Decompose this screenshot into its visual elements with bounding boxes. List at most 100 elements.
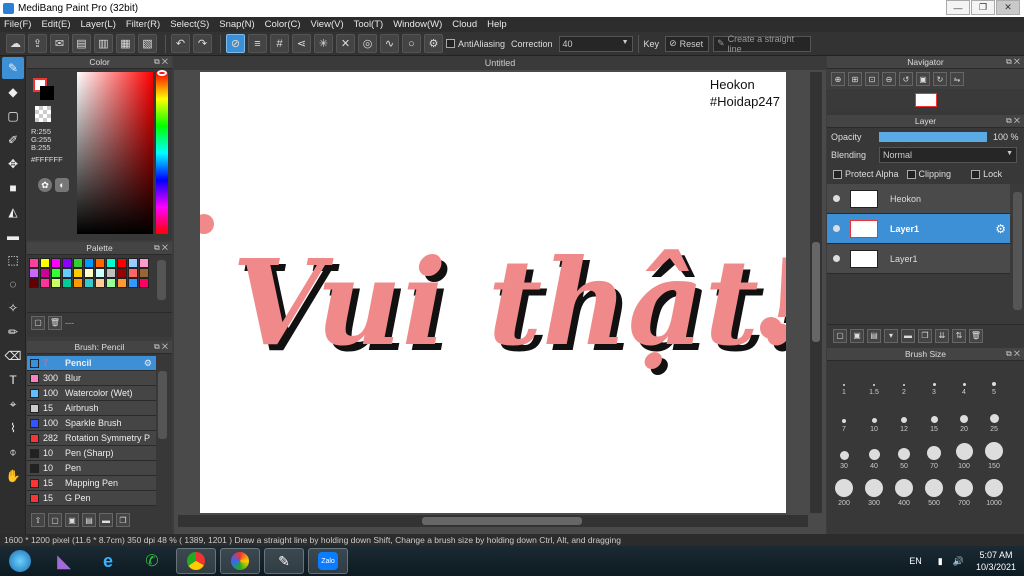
horizontal-scroll-thumb[interactable] <box>422 517 582 525</box>
lasso-tool-icon[interactable]: ◌ <box>2 273 24 295</box>
layer-row[interactable]: Heokon <box>827 184 1010 214</box>
palette-swatch[interactable] <box>117 258 127 268</box>
palette-swatch[interactable] <box>62 278 72 288</box>
opacity-slider[interactable] <box>879 132 987 142</box>
color-wheel-icon[interactable]: ✿ <box>38 178 52 192</box>
brush-size-option[interactable]: 15 <box>919 398 949 435</box>
hand-tool-icon[interactable]: ✋ <box>2 465 24 487</box>
palette-swatch[interactable] <box>128 278 138 288</box>
select-eraser-tool-icon[interactable]: ⌫ <box>2 345 24 367</box>
menu-help[interactable]: Help <box>487 19 507 30</box>
layer-scrollbar[interactable] <box>1013 192 1022 310</box>
operation-tool-icon[interactable]: ⌖ <box>2 393 24 415</box>
brush-list-item[interactable]: 10 Pen <box>27 461 156 476</box>
correction-select[interactable]: 40 ▼ <box>558 35 633 52</box>
palette-swatch[interactable] <box>40 278 50 288</box>
redo-icon[interactable]: ↷ <box>193 34 212 53</box>
zalo-icon[interactable]: Zalo <box>308 548 348 574</box>
palette-swatch[interactable] <box>29 278 39 288</box>
palette-swatch[interactable] <box>51 278 61 288</box>
panel-close-icon[interactable]: ⧉ ✕ <box>154 342 168 352</box>
menu-cloud[interactable]: Cloud <box>452 19 477 30</box>
menu-select[interactable]: Select(S) <box>170 19 209 30</box>
new-halftone-layer-icon[interactable]: ▣ <box>850 328 864 343</box>
brush-folder-icon[interactable]: ▬ <box>99 513 113 527</box>
brush-size-option[interactable]: 10 <box>859 398 889 435</box>
dot-tool-icon[interactable]: ✐ <box>2 129 24 151</box>
eye-icon[interactable] <box>833 225 840 232</box>
concentric-snap-icon[interactable]: ◎ <box>358 34 377 53</box>
rect-select-tool-icon[interactable]: ▢ <box>2 105 24 127</box>
palette-swatch[interactable] <box>106 258 116 268</box>
flip-icon[interactable]: ⇋ <box>950 72 964 86</box>
palette-swatch[interactable] <box>95 278 105 288</box>
palette-swatch[interactable] <box>128 258 138 268</box>
select-pen-tool-icon[interactable]: ✏ <box>2 321 24 343</box>
minimize-button[interactable]: — <box>946 0 970 15</box>
menu-edit[interactable]: Edit(E) <box>41 19 70 30</box>
delete-palette-icon[interactable]: 🗑 <box>48 315 62 330</box>
navigator-preview[interactable] <box>914 93 937 107</box>
protect-alpha-checkbox[interactable] <box>833 169 842 179</box>
panel-close-icon[interactable]: ⧉ ✕ <box>1006 116 1020 126</box>
brush-size-option[interactable]: 40 <box>859 435 889 472</box>
saturation-value-picker[interactable] <box>77 72 153 234</box>
brush-copy-icon[interactable]: ▣ <box>65 513 79 527</box>
palette-swatch[interactable] <box>95 258 105 268</box>
settings-icon[interactable]: ⚙ <box>424 34 443 53</box>
folder-icon[interactable]: ▬ <box>901 328 915 343</box>
brush-size-option[interactable]: 30 <box>829 435 859 472</box>
magic-wand-tool-icon[interactable]: ✧ <box>2 297 24 319</box>
brush-size-option[interactable]: 12 <box>889 398 919 435</box>
clock[interactable]: 5:07 AM 10/3/2021 <box>976 549 1016 573</box>
palette-swatch[interactable] <box>139 258 149 268</box>
palette-swatch[interactable] <box>128 268 138 278</box>
panel-close-icon[interactable]: ⧉ ✕ <box>154 243 168 253</box>
select-tool-icon[interactable]: ⬚ <box>2 249 24 271</box>
reset-button[interactable]: ⊘ Reset <box>665 35 710 52</box>
brush-list-item[interactable]: 10 Pen (Sharp) <box>27 446 156 461</box>
brush-new-icon[interactable]: ▢ <box>48 513 62 527</box>
hue-slider[interactable] <box>156 72 168 234</box>
volume-icon[interactable]: 🔊 <box>953 556 964 567</box>
gear-icon[interactable]: ⚙ <box>144 358 152 369</box>
medibang-icon[interactable]: ✎ <box>264 548 304 574</box>
background-color-swatch[interactable] <box>40 86 54 100</box>
brush-size-option[interactable]: 300 <box>859 472 889 509</box>
layers-icon[interactable]: ▧ <box>138 34 157 53</box>
vertical-scroll-thumb[interactable] <box>812 242 820 342</box>
palette-swatch[interactable] <box>106 278 116 288</box>
palette-swatch[interactable] <box>62 258 72 268</box>
curve-snap-icon[interactable]: ∿ <box>380 34 399 53</box>
horizontal-scrollbar[interactable] <box>178 515 808 527</box>
brush-duplicate-icon[interactable]: ❐ <box>116 513 130 527</box>
brush-size-option[interactable]: 400 <box>889 472 919 509</box>
palette-swatch[interactable] <box>95 268 105 278</box>
new-1bit-layer-icon[interactable]: ▤ <box>867 328 881 343</box>
palette-swatch[interactable] <box>40 258 50 268</box>
layer-row[interactable]: Layer1 <box>827 244 1010 274</box>
brush-size-option[interactable]: 3 <box>919 361 949 398</box>
add-layer-menu-icon[interactable]: ▾ <box>884 328 898 343</box>
dropper2-tool-icon[interactable]: ⌽ <box>2 441 24 463</box>
straight-line-button[interactable]: ✎ Create a straight line <box>713 34 812 54</box>
hue-handle[interactable] <box>157 70 167 76</box>
palette-swatch[interactable] <box>139 278 149 288</box>
duplicate-layer-icon[interactable]: ❐ <box>918 328 932 343</box>
palette-swatch[interactable] <box>106 268 116 278</box>
radial-snap-icon[interactable]: ✳ <box>314 34 333 53</box>
brush-add-icon[interactable]: ⇧ <box>31 513 45 527</box>
canvas-page[interactable]: Heokon #Hoidap247 Vui thật! Vui thật! <box>200 72 786 513</box>
windows-start-icon[interactable] <box>0 548 40 574</box>
zoom-in-icon[interactable]: ⊕ <box>831 72 845 86</box>
brush-size-option[interactable]: 20 <box>949 398 979 435</box>
palette-swatch[interactable] <box>117 268 127 278</box>
brush-tool-icon[interactable]: ✎ <box>2 57 24 79</box>
cloud-icon[interactable]: ☁ <box>6 34 25 53</box>
grid-snap-icon[interactable]: # <box>270 34 289 53</box>
save-icon[interactable]: ▥ <box>94 34 113 53</box>
brush-scrollbar[interactable] <box>158 371 167 439</box>
zoom-out-icon[interactable]: ⊖ <box>882 72 896 86</box>
menu-tool[interactable]: Tool(T) <box>354 19 384 30</box>
brush-list-item[interactable]: 100 Sparkle Brush <box>27 416 156 431</box>
